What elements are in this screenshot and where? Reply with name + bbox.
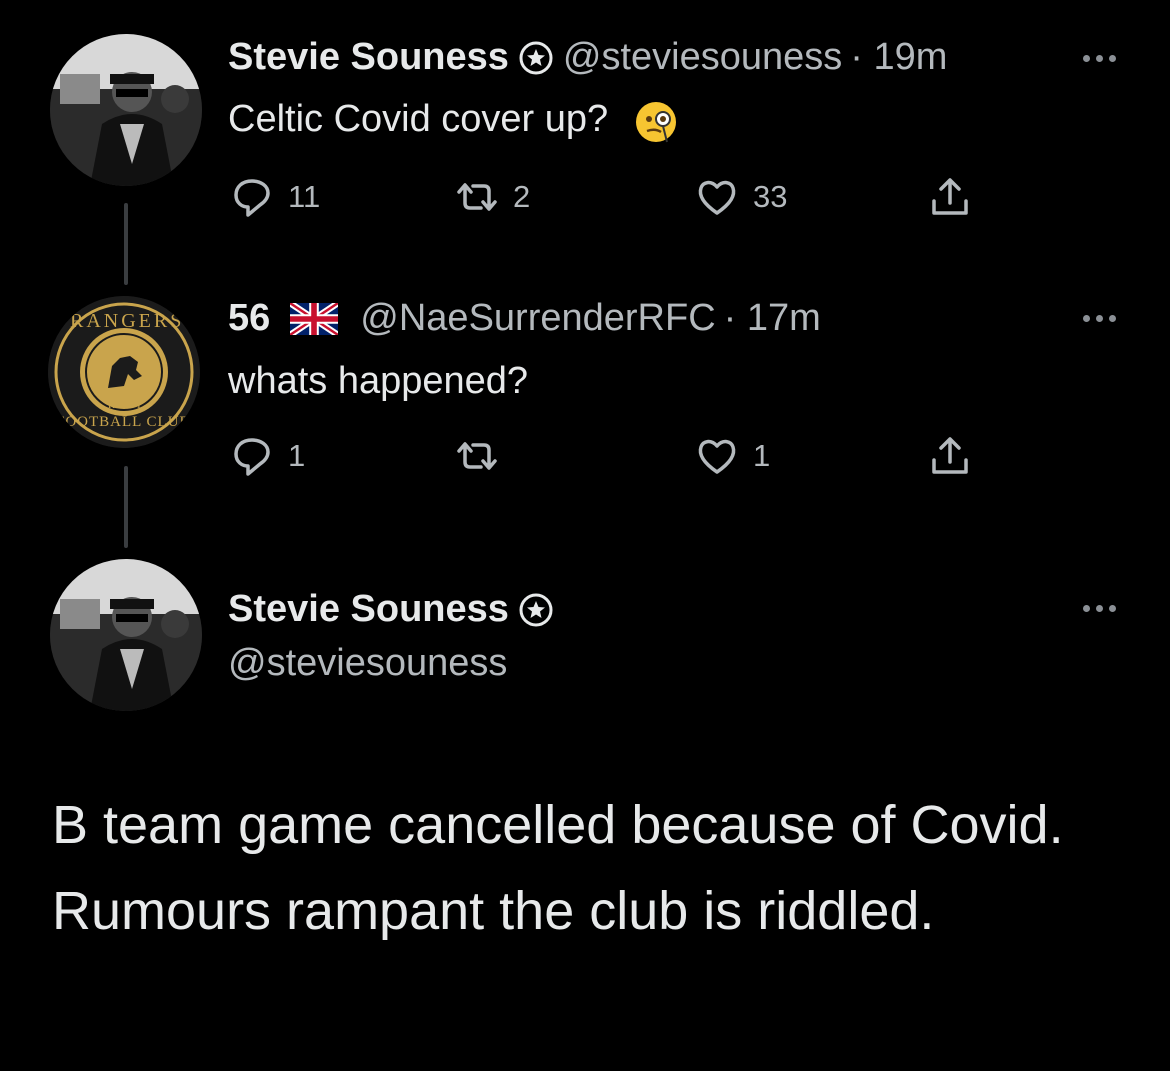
user-photo-icon xyxy=(50,559,202,711)
author-handle[interactable]: @NaeSurrenderRFC xyxy=(360,297,715,340)
timestamp[interactable]: · 17m xyxy=(724,297,821,340)
retweet-button[interactable] xyxy=(455,434,513,478)
reply-button[interactable]: 11 xyxy=(230,175,320,219)
share-button[interactable] xyxy=(928,175,972,219)
like-button[interactable]: 1 xyxy=(695,434,770,478)
reply-count: 1 xyxy=(288,438,306,473)
verified-badge-icon xyxy=(519,593,553,626)
heart-icon xyxy=(698,180,736,215)
main-tweet-text: B team game cancelled because of Covid. … xyxy=(52,795,1064,941)
thread-line xyxy=(124,466,128,548)
author-handle[interactable]: @steviesouness xyxy=(563,36,842,79)
user-photo-icon xyxy=(50,34,202,186)
verified-badge-icon xyxy=(519,41,553,74)
share-icon xyxy=(932,178,968,215)
crest-text-small: READY xyxy=(108,400,143,411)
main-tweet-handle-row: @steviesouness xyxy=(228,642,507,685)
reply-count: 11 xyxy=(288,179,321,214)
like-button[interactable]: 33 xyxy=(695,175,787,219)
like-count: 1 xyxy=(753,438,771,473)
retweet-button[interactable]: 2 xyxy=(455,175,530,219)
author-name[interactable]: 56 xyxy=(228,297,270,340)
author-handle[interactable]: @steviesouness xyxy=(228,642,507,685)
author-name[interactable]: Stevie Souness xyxy=(228,588,509,631)
thread-line xyxy=(124,203,128,285)
reply-icon xyxy=(234,179,270,217)
retweet-count: 2 xyxy=(513,179,531,214)
uk-flag-icon xyxy=(290,302,339,335)
face-with-monocle-icon xyxy=(635,102,676,143)
share-icon xyxy=(932,437,968,474)
avatar[interactable] xyxy=(50,34,202,186)
retweet-icon xyxy=(457,183,497,211)
avatar[interactable] xyxy=(50,559,202,711)
main-tweet-header: Stevie Souness xyxy=(228,588,563,631)
tweet-text: whats happened? xyxy=(228,360,529,402)
like-count: 33 xyxy=(753,179,788,214)
more-options-icon[interactable] xyxy=(1083,315,1116,322)
more-options-icon[interactable] xyxy=(1083,605,1116,612)
tweet-header: Stevie Souness @steviesouness · 19m xyxy=(228,36,947,79)
avatar[interactable]: RANGERS FOOTBALL CLUB READY xyxy=(48,296,200,448)
heart-icon xyxy=(698,439,736,474)
author-name[interactable]: Stevie Souness xyxy=(228,36,509,79)
share-button[interactable] xyxy=(928,434,972,478)
tweet-header: 56 @NaeSurrenderRFC · 17m xyxy=(228,297,821,340)
crest-text-bottom: FOOTBALL CLUB xyxy=(56,414,191,430)
timestamp[interactable]: · 19m xyxy=(850,36,947,79)
reply-button[interactable]: 1 xyxy=(230,434,305,478)
crest-text-top: RANGERS xyxy=(70,310,185,332)
tweet-text: Celtic Covid cover up? xyxy=(228,98,679,144)
more-options-icon[interactable] xyxy=(1083,55,1116,62)
retweet-icon xyxy=(457,442,497,470)
reply-icon xyxy=(234,438,270,476)
